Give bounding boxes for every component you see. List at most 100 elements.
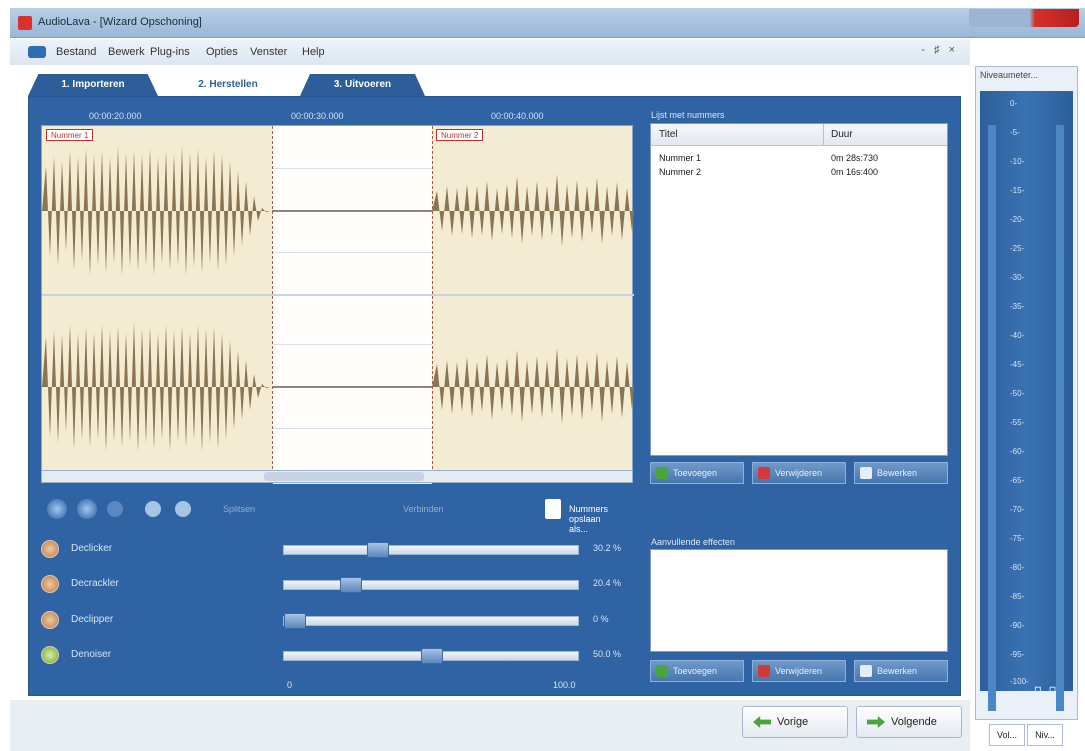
meter-tick: -75- <box>1010 534 1025 543</box>
effect-slider[interactable] <box>283 542 579 558</box>
menu-item-opties[interactable]: Opties <box>206 46 238 58</box>
waveform-channel-left <box>42 126 634 296</box>
slider-thumb[interactable] <box>421 648 443 664</box>
meter-tick: -15- <box>1010 186 1025 195</box>
menu-item-plugins[interactable]: Plug-ins <box>150 46 190 58</box>
column-separator <box>823 124 824 146</box>
tracklist-buttons: Toevoegen Verwijderen Bewerken <box>650 462 948 484</box>
effect-slider[interactable] <box>283 577 579 593</box>
effect-value: 50.0 % <box>593 649 622 659</box>
effect-toggle-icon[interactable] <box>41 540 59 558</box>
effect-row-declipper: Declipper 0 % <box>41 610 631 634</box>
effect-slider[interactable] <box>283 648 579 664</box>
meter-channel-left <box>988 125 996 711</box>
edit-effect-button[interactable]: Bewerken <box>854 660 948 682</box>
selection-end-marker[interactable] <box>432 126 433 484</box>
effect-label: Declipper <box>71 614 114 625</box>
slider-thumb[interactable] <box>284 613 306 629</box>
slider-scale-min: 0 <box>287 680 293 690</box>
add-effect-button[interactable]: Toevoegen <box>650 660 744 682</box>
edit-effect-label: Bewerken <box>877 666 918 676</box>
effect-slider[interactable] <box>283 613 579 629</box>
effect-row-denoiser: Denoiser 50.0 % <box>41 645 631 669</box>
slider-thumb[interactable] <box>367 542 389 558</box>
track-duration: 0m 28s:730 <box>831 153 879 163</box>
menu-item-bewerk[interactable]: Bewerk <box>108 46 145 58</box>
tab-niveau[interactable]: Niv... <box>1027 724 1063 746</box>
meter-tick: -100- <box>1010 677 1029 686</box>
column-header-duur[interactable]: Duur <box>831 129 853 140</box>
edit-track-button[interactable]: Bewerken <box>854 462 948 484</box>
meter-tick: -95- <box>1010 650 1025 659</box>
plus-icon <box>656 665 668 677</box>
meter-tick: -90- <box>1010 621 1025 630</box>
extra-effects-buttons: Toevoegen Verwijderen Bewerken <box>650 660 948 682</box>
scrollbar-thumb[interactable] <box>264 472 424 481</box>
remove-track-button[interactable]: Verwijderen <box>752 462 846 484</box>
waveform-scrollbar[interactable] <box>41 470 633 483</box>
menu-item-help[interactable]: Help <box>302 46 325 58</box>
meter-tick: -85- <box>1010 592 1025 601</box>
add-track-button[interactable]: Toevoegen <box>650 462 744 484</box>
stop-icon[interactable] <box>107 501 123 517</box>
time-tick: 00:00:40.000 <box>491 111 544 121</box>
previous-label: Vorige <box>777 716 809 728</box>
merge-button[interactable]: Verbinden <box>403 504 444 514</box>
split-button[interactable]: Splitsen <box>223 504 255 514</box>
meter-tick: -20- <box>1010 215 1025 224</box>
menu-item-venster[interactable]: Venster <box>250 46 287 58</box>
meter-tick: -25- <box>1010 244 1025 253</box>
app-menu-icon[interactable] <box>28 46 46 58</box>
effect-toggle-icon[interactable] <box>41 611 59 629</box>
effect-label: Decrackler <box>71 578 119 589</box>
effect-row-declicker: Declicker 30.2 % <box>41 539 631 563</box>
remove-effect-button[interactable]: Verwijderen <box>752 660 846 682</box>
waveform-graphic <box>42 322 634 452</box>
effect-label: Denoiser <box>71 649 112 660</box>
play-icon[interactable] <box>47 499 67 519</box>
tab-uitvoeren[interactable]: 3. Uitvoeren <box>300 74 425 96</box>
meter-tick: 0- <box>1010 99 1018 108</box>
track-title: Nummer 2 <box>659 167 702 177</box>
meter-peak-buttons[interactable]: ⊓ ⊓ <box>1034 685 1058 696</box>
selection-start-marker[interactable] <box>272 126 273 484</box>
slider-thumb[interactable] <box>340 577 362 593</box>
meter-tick: -65- <box>1010 476 1025 485</box>
add-effect-label: Toevoegen <box>673 666 718 676</box>
next-button[interactable]: Volgende <box>856 706 962 738</box>
document-icon <box>545 499 561 519</box>
level-meter-panel: Niveaumeter... 0- -5- -10- -15- -20- -25… <box>975 66 1078 720</box>
extra-effects-list[interactable] <box>650 549 948 652</box>
meter-tick: -45- <box>1010 360 1025 369</box>
tab-importeren[interactable]: 1. Importeren <box>28 74 158 96</box>
mdi-controls[interactable]: - ♯ × <box>921 44 958 56</box>
arrow-left-icon <box>753 716 771 728</box>
meter-channel-right <box>1056 125 1064 711</box>
plus-icon <box>656 467 668 479</box>
save-tracks-button[interactable]: Nummers opslaan als... <box>569 504 608 534</box>
play-selection-icon[interactable] <box>77 499 97 519</box>
meter-title: Niveaumeter... <box>980 70 1039 80</box>
menu-item-bestand[interactable]: Bestand <box>56 46 96 58</box>
meter-tick: -40- <box>1010 331 1025 340</box>
remove-track-label: Verwijderen <box>775 468 823 478</box>
table-row[interactable]: Nummer 2 0m 16s:400 <box>651 166 947 180</box>
waveform-view[interactable]: Nummer 1 Nummer 2 <box>41 125 634 484</box>
effect-toggle-icon[interactable] <box>41 575 59 593</box>
table-row[interactable]: Nummer 1 0m 28s:730 <box>651 152 947 166</box>
zoom-out-icon[interactable] <box>175 501 191 517</box>
edit-icon <box>860 665 872 677</box>
next-label: Volgende <box>891 716 937 728</box>
tracklist-header: Titel Duur <box>651 124 947 146</box>
zoom-in-icon[interactable] <box>145 501 161 517</box>
previous-button[interactable]: Vorige <box>742 706 848 738</box>
window-controls[interactable] <box>969 9 1079 27</box>
effect-toggle-icon[interactable] <box>41 646 59 664</box>
tracklist-table[interactable]: Titel Duur Nummer 1 0m 28s:730 Nummer 2 … <box>650 123 948 456</box>
delete-icon <box>758 665 770 677</box>
waveform-channel-right <box>42 302 634 472</box>
edit-track-label: Bewerken <box>877 468 918 478</box>
tab-herstellen[interactable]: 2. Herstellen <box>168 74 288 96</box>
tab-volume[interactable]: Vol... <box>989 724 1025 746</box>
column-header-titel[interactable]: Titel <box>659 129 678 140</box>
